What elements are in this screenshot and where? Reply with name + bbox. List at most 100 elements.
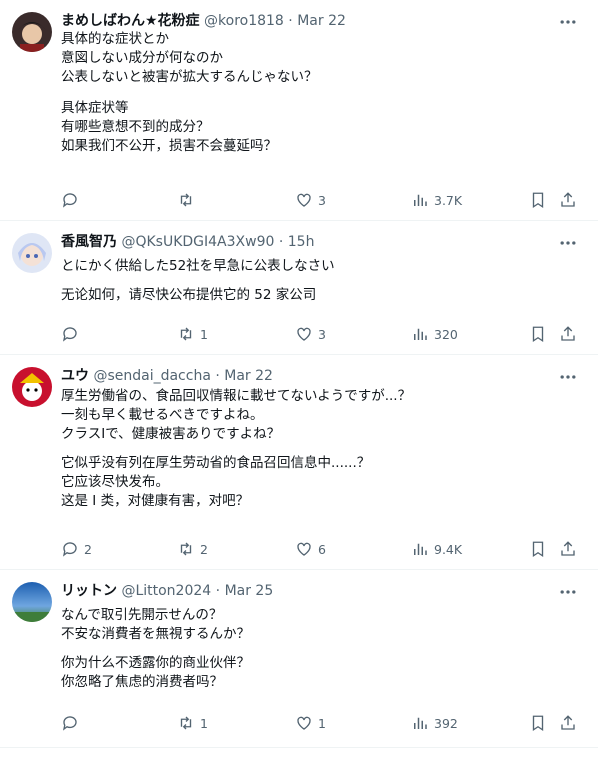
action-bar: 2 2 6 9.4K xyxy=(55,539,584,559)
avatar[interactable] xyxy=(12,582,52,622)
user-handle[interactable]: @Litton2024 xyxy=(121,583,211,599)
share-button[interactable] xyxy=(559,190,577,210)
view-count: 3.7K xyxy=(434,192,463,208)
share-button[interactable] xyxy=(559,713,577,733)
text-line: 公表しないと被害が拡大するんじゃない？ xyxy=(61,69,318,85)
timestamp[interactable]: 15h xyxy=(288,234,315,250)
reply-button[interactable] xyxy=(61,324,84,344)
retweet-count: 1 xyxy=(200,715,208,731)
bookmark-icon xyxy=(532,715,544,732)
text-line: 厚生労働省の、食品回収情報に載せてないようですが...？ xyxy=(61,388,412,404)
more-horizontal-icon[interactable] xyxy=(558,233,578,253)
tweet-1[interactable]: まめしばわん★花粉症 @koro1818 · Mar 22 具体的な症状とか 意… xyxy=(0,0,598,221)
reply-button[interactable] xyxy=(61,190,84,210)
more-horizontal-icon[interactable] xyxy=(558,582,578,602)
text-line: クラスⅠで、健康被害ありですよね？ xyxy=(61,426,281,442)
like-button[interactable]: 3 xyxy=(295,190,326,210)
share-button[interactable] xyxy=(559,324,577,344)
retweet-button[interactable]: 2 xyxy=(177,539,208,559)
user-handle[interactable]: @koro1818 xyxy=(204,13,284,29)
tweet-header: まめしばわん★花粉症 @koro1818 · Mar 22 xyxy=(61,12,558,30)
timeline-feed: まめしばわん★花粉症 @koro1818 · Mar 22 具体的な症状とか 意… xyxy=(0,0,598,761)
retweet-button[interactable] xyxy=(177,190,200,210)
separator-dot: · xyxy=(215,583,221,599)
heart-icon xyxy=(297,327,311,341)
retweet-count: 1 xyxy=(200,326,208,342)
view-count: 320 xyxy=(434,326,458,342)
text-line: なんで取引先開示せんの？ xyxy=(61,607,223,623)
retweet-button[interactable]: 1 xyxy=(177,324,208,344)
heart-icon xyxy=(297,193,311,207)
text-line: 它应该尽快发布。 xyxy=(61,474,169,490)
separator-dot: · xyxy=(278,234,284,250)
bookmark-button[interactable] xyxy=(529,190,547,210)
action-bar: 1 1 392 xyxy=(55,713,584,733)
share-upload-icon xyxy=(561,715,575,730)
bookmark-button[interactable] xyxy=(529,713,547,733)
tweet-text: 厚生労働省の、食品回収情報に載せてないようですが...？ 一刻も早く載せるべきで… xyxy=(61,387,578,511)
text-japanese: とにかく供給した52社を早急に公表しなさい xyxy=(61,257,578,276)
display-name[interactable]: リットン xyxy=(61,583,117,599)
bar-chart-icon xyxy=(414,328,427,340)
text-line: 你为什么不透露你的商业伙伴？ xyxy=(61,655,250,671)
text-line: 它似乎没有列在厚生劳动省的食品召回信息中......？ xyxy=(61,455,371,471)
share-button[interactable] xyxy=(559,539,577,559)
views-button[interactable]: 9.4K xyxy=(411,539,462,559)
like-count: 3 xyxy=(318,326,326,342)
tweet-3[interactable]: ユウ @sendai_daccha · Mar 22 厚生労働省の、食品回収情報… xyxy=(0,355,598,570)
bar-chart-icon xyxy=(414,543,427,555)
text-line: 具体症状等 xyxy=(61,100,129,116)
like-button[interactable]: 1 xyxy=(295,713,326,733)
action-bar: 3 3.7K xyxy=(55,190,584,210)
bookmark-button[interactable] xyxy=(529,539,547,559)
text-line: 无论如何，请尽快公布提供它的 52 家公司 xyxy=(61,287,317,303)
text-line: 你忽略了焦虑的消费者吗？ xyxy=(61,674,223,690)
more-horizontal-icon[interactable] xyxy=(558,367,578,387)
bar-chart-icon xyxy=(414,717,427,729)
text-line: 意図しない成分が何なのか xyxy=(61,50,223,66)
text-chinese: 无论如何，请尽快公布提供它的 52 家公司 xyxy=(61,286,578,305)
views-button[interactable]: 3.7K xyxy=(411,190,462,210)
text-chinese: 具体症状等 有哪些意想不到的成分？ 如果我们不公开，损害不会蔓延吗？ xyxy=(61,99,578,156)
share-upload-icon xyxy=(561,326,575,341)
text-line: 不安な消費者を無視するんか？ xyxy=(61,626,250,642)
views-button[interactable]: 392 xyxy=(411,713,458,733)
text-japanese: 厚生労働省の、食品回収情報に載せてないようですが...？ 一刻も早く載せるべきで… xyxy=(61,387,578,444)
display-name[interactable]: まめしばわん★花粉症 xyxy=(61,13,200,29)
text-chinese: 你为什么不透露你的商业伙伴？ 你忽略了焦虑的消费者吗？ xyxy=(61,654,578,692)
text-line: 一刻も早く載せるべきですよね。 xyxy=(61,407,264,423)
avatar[interactable] xyxy=(12,367,52,407)
avatar[interactable] xyxy=(12,12,52,52)
more-horizontal-icon[interactable] xyxy=(558,12,578,32)
like-count: 1 xyxy=(318,715,326,731)
user-handle[interactable]: @sendai_daccha xyxy=(93,368,210,384)
tweet-4[interactable]: リットン @Litton2024 · Mar 25 なんで取引先開示せんの？ 不… xyxy=(0,570,598,748)
tweet-header: ユウ @sendai_daccha · Mar 22 xyxy=(61,367,558,385)
retweet-button[interactable]: 1 xyxy=(177,713,208,733)
like-button[interactable]: 6 xyxy=(295,539,326,559)
tweet-header: リットン @Litton2024 · Mar 25 xyxy=(61,582,558,600)
share-upload-icon xyxy=(561,541,575,556)
reply-button[interactable] xyxy=(61,713,84,733)
like-button[interactable]: 3 xyxy=(295,324,326,344)
retweet-icon xyxy=(180,193,192,207)
text-japanese: なんで取引先開示せんの？ 不安な消費者を無視するんか？ xyxy=(61,606,578,644)
avatar[interactable] xyxy=(12,233,52,273)
text-chinese: 它似乎没有列在厚生劳动省的食品召回信息中......？ 它应该尽快发布。 这是 … xyxy=(61,454,578,511)
tweet-2[interactable]: 香風智乃 @QKsUKDGI4A3Xw90 · 15h とにかく供給した52社を… xyxy=(0,221,598,355)
display-name[interactable]: 香風智乃 xyxy=(61,234,117,250)
timestamp[interactable]: Mar 22 xyxy=(297,13,346,29)
bar-chart-icon xyxy=(414,194,427,206)
reply-bubble-icon xyxy=(62,327,77,342)
timestamp[interactable]: Mar 22 xyxy=(224,368,273,384)
share-upload-icon xyxy=(561,192,575,207)
text-japanese: 具体的な症状とか 意図しない成分が何なのか 公表しないと被害が拡大するんじゃない… xyxy=(61,30,578,87)
timestamp[interactable]: Mar 25 xyxy=(225,583,274,599)
display-name[interactable]: ユウ xyxy=(61,368,89,384)
reply-button[interactable]: 2 xyxy=(61,539,92,559)
text-line: 有哪些意想不到的成分？ xyxy=(61,119,210,135)
user-handle[interactable]: @QKsUKDGI4A3Xw90 xyxy=(121,234,274,250)
views-button[interactable]: 320 xyxy=(411,324,458,344)
tweet-header: 香風智乃 @QKsUKDGI4A3Xw90 · 15h xyxy=(61,233,558,251)
bookmark-button[interactable] xyxy=(529,324,547,344)
